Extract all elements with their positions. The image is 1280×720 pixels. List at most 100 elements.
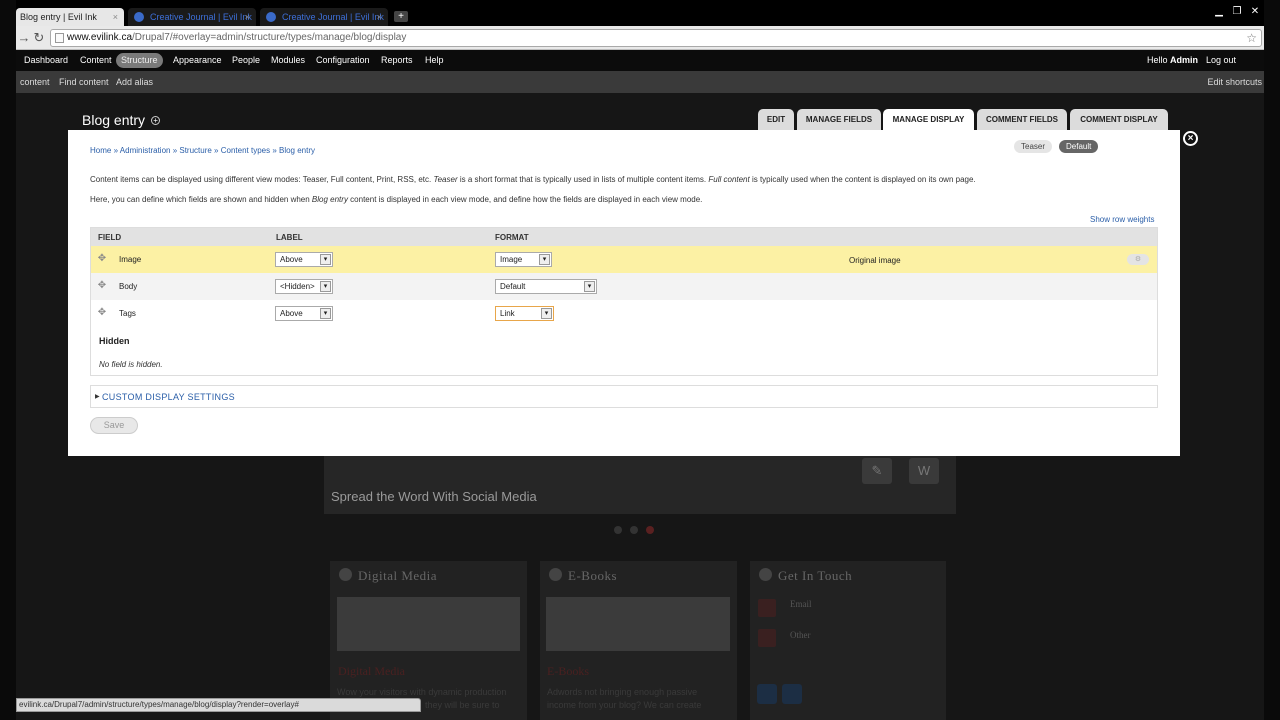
circle-icon — [549, 568, 562, 581]
digital-media-subheading: Digital Media — [338, 664, 405, 678]
tab-manage-fields[interactable]: MANAGE FIELDS — [797, 109, 881, 130]
ebooks-text-2: income from your blog? We can create — [547, 700, 702, 710]
custom-display-settings-legend: CUSTOM DISPLAY SETTINGS — [102, 392, 235, 402]
menu-appearance[interactable]: Appearance — [173, 53, 222, 68]
page-title: Blog entry + — [82, 112, 161, 128]
drag-handle-icon[interactable]: ✥ — [97, 308, 107, 318]
tab-label: Blog entry | Evil Ink — [20, 12, 97, 22]
field-name: Tags — [119, 309, 136, 318]
slider-dots — [614, 525, 662, 537]
menu-reports[interactable]: Reports — [381, 53, 413, 68]
tab-blog-entry[interactable]: Blog entry | Evil Ink × — [16, 8, 124, 26]
reload-icon[interactable]: ↻ — [31, 30, 47, 46]
table-row-body: ✥ Body <Hidden> ▾ Default ▾ — [91, 273, 1157, 300]
close-icon[interactable]: × — [245, 8, 250, 26]
shortcut-add-alias[interactable]: Add alias — [116, 75, 153, 89]
close-icon[interactable]: × — [377, 8, 382, 26]
overlay-dialog: Home » Administration » Structure » Cont… — [68, 130, 1180, 456]
view-mode-teaser[interactable]: Teaser — [1014, 140, 1053, 153]
facebook-icon[interactable] — [782, 684, 802, 704]
menu-content[interactable]: Content — [80, 53, 112, 68]
slider-dot[interactable] — [630, 526, 638, 534]
tab-creative-journal-2[interactable]: Creative Journal | Evil Ink × — [260, 8, 388, 26]
chevron-down-icon: ▾ — [584, 281, 595, 292]
window-controls: ▁ ❐ ✕ — [1210, 6, 1264, 17]
get-in-touch-box — [750, 561, 946, 720]
format-select[interactable]: Default ▾ — [495, 279, 597, 294]
slider-dot[interactable] — [614, 526, 622, 534]
format-summary: Original image — [849, 256, 901, 265]
show-row-weights-link[interactable]: Show row weights — [1090, 215, 1154, 224]
contact-email: Email — [790, 599, 812, 609]
chevron-down-icon: ▾ — [320, 254, 331, 265]
format-select[interactable]: Image ▾ — [495, 252, 552, 267]
url-host: www.evilink.ca — [67, 32, 133, 43]
gear-icon[interactable]: ⚙ — [1127, 254, 1149, 265]
table-row-image: ✥ Image Above ▾ Image ▾ Original image ⚙ — [91, 246, 1157, 273]
back-icon[interactable]: → — [16, 30, 32, 46]
user-greeting[interactable]: Hello Admin — [1147, 53, 1198, 68]
drag-handle-icon[interactable]: ✥ — [97, 281, 107, 291]
circle-icon — [339, 568, 352, 581]
username: Admin — [1170, 55, 1198, 65]
tab-edit[interactable]: EDIT — [758, 109, 794, 130]
shortcut-add-content[interactable]: content — [20, 75, 50, 89]
description-view-modes: Content items can be displayed using dif… — [90, 175, 976, 184]
field-name: Image — [119, 255, 142, 264]
menu-dashboard[interactable]: Dashboard — [24, 53, 68, 68]
menu-help[interactable]: Help — [425, 53, 444, 68]
tab-strip: Blog entry | Evil Ink × Creative Journal… — [16, 0, 1264, 26]
browser-toolbar: → ↻ www.evilink.ca/Drupal7/#overlay=admi… — [16, 26, 1264, 50]
chevron-down-icon: ▾ — [539, 254, 550, 265]
shortcut-find-content[interactable]: Find content — [59, 75, 109, 89]
chevron-down-icon: ▾ — [320, 281, 331, 292]
breadcrumb[interactable]: Home » Administration » Structure » Cont… — [90, 146, 315, 155]
browser-window: Blog entry | Evil Ink × Creative Journal… — [16, 0, 1264, 720]
menu-configuration[interactable]: Configuration — [316, 53, 370, 68]
new-tab-button[interactable]: + — [394, 11, 408, 22]
drag-handle-icon[interactable]: ✥ — [97, 254, 107, 264]
close-window-icon[interactable]: ✕ — [1246, 6, 1264, 17]
column-field: FIELD — [98, 233, 122, 242]
menu-structure[interactable]: Structure — [116, 53, 163, 68]
contact-other: Other — [790, 630, 811, 640]
save-button[interactable]: Save — [90, 417, 138, 434]
expand-triangle-icon: ▶ — [95, 394, 100, 400]
slider-dot-active[interactable] — [646, 526, 654, 534]
shortcut-bar: content Find content Add alias Edit shor… — [16, 71, 1264, 93]
email-icon — [758, 599, 776, 617]
close-icon[interactable]: × — [1183, 131, 1198, 146]
custom-display-settings-fieldset[interactable]: ▶ CUSTOM DISPLAY SETTINGS — [90, 385, 1158, 408]
address-bar[interactable]: www.evilink.ca/Drupal7/#overlay=admin/st… — [50, 29, 1262, 47]
menu-people[interactable]: People — [232, 53, 260, 68]
share-icon: ✎ — [862, 458, 892, 484]
circle-icon — [759, 568, 772, 581]
minimize-icon[interactable]: ▁ — [1210, 6, 1228, 17]
tab-comment-display[interactable]: COMMENT DISPLAY — [1070, 109, 1168, 130]
view-mode-default[interactable]: Default — [1059, 140, 1099, 153]
add-shortcut-icon[interactable]: + — [151, 116, 161, 125]
label-select[interactable]: Above ▾ — [275, 306, 333, 321]
logout-link[interactable]: Log out — [1206, 53, 1236, 68]
admin-toolbar: Dashboard Content Structure Appearance P… — [16, 50, 1264, 71]
label-select[interactable]: Above ▾ — [275, 252, 333, 267]
restore-icon[interactable]: ❐ — [1228, 6, 1246, 17]
greeting-text: Hello — [1146, 55, 1170, 65]
menu-modules[interactable]: Modules — [271, 53, 305, 68]
tab-creative-journal-1[interactable]: Creative Journal | Evil Ink × — [128, 8, 256, 26]
table-header: FIELD LABEL FORMAT — [91, 228, 1157, 246]
tab-label: Creative Journal | Evil Ink — [150, 12, 252, 22]
tab-comment-fields[interactable]: COMMENT FIELDS — [977, 109, 1067, 130]
question-icon — [758, 629, 776, 647]
ebooks-heading: E-Books — [549, 568, 617, 584]
column-label: LABEL — [276, 233, 303, 242]
edit-shortcuts-link[interactable]: Edit shortcuts — [1207, 75, 1262, 89]
close-icon[interactable]: × — [113, 8, 118, 26]
tab-manage-display[interactable]: MANAGE DISPLAY — [883, 109, 974, 130]
tab-label: Creative Journal | Evil Ink — [282, 12, 384, 22]
twitter-icon[interactable] — [757, 684, 777, 704]
label-select[interactable]: <Hidden> ▾ — [275, 279, 333, 294]
bookmark-star-icon[interactable]: ☆ — [1246, 30, 1257, 46]
format-select[interactable]: Link ▾ — [495, 306, 554, 321]
digital-media-text-2: they will be sure to — [425, 700, 500, 710]
